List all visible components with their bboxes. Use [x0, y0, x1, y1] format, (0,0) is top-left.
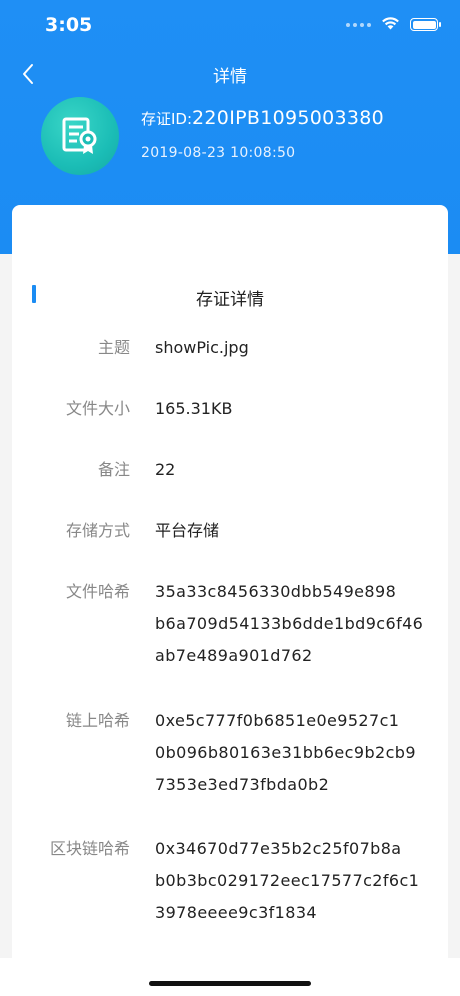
remark-label: 备注 [97, 460, 130, 479]
certificate-timestamp: 2019-08-23 10:08:50 [141, 145, 296, 161]
certificate-document-icon [41, 97, 119, 175]
section-title: 存证详情 [196, 290, 264, 310]
block-hash-label: 区块链哈希 [49, 839, 130, 858]
storage-value: 平台存储 [155, 521, 220, 540]
certificate-id-value: 220IPB1095003380 [192, 107, 385, 129]
file-hash-line: b6a709d54133b6dde1bd9c6f46 [155, 614, 424, 633]
certificate-id-label: 存证ID: [141, 110, 193, 128]
chain-hash-line: 7353e3ed73fbda0b2 [155, 775, 330, 794]
block-hash-line: 3978eeee9c3f1834 [155, 903, 318, 922]
certificate-id: 存证ID: 220IPB1095003380 [141, 107, 384, 129]
chain-hash-value: 0xe5c777f0b6851e0e9527c1 0b096b80163e31b… [155, 705, 425, 801]
detail-card: 存证详情 主题 showPic.jpg 文件大小 165.31KB 备注 22 … [12, 205, 448, 965]
status-time: 3:05 [45, 14, 93, 36]
bottom-safe-area [0, 958, 460, 996]
home-indicator[interactable] [149, 981, 311, 986]
wifi-icon [381, 15, 400, 34]
file-size-value: 165.31KB [155, 399, 233, 418]
subject-label: 主题 [97, 338, 130, 357]
remark-value: 22 [155, 460, 176, 479]
chain-hash-line: 0xe5c777f0b6851e0e9527c1 [155, 711, 400, 730]
block-hash-line: b0b3bc029172eec17577c2f6c1 [155, 871, 420, 890]
chain-hash-label: 链上哈希 [65, 711, 130, 730]
signal-icon [346, 22, 371, 27]
block-hash-value: 0x34670d77e35b2c25f07b8a b0b3bc029172eec… [155, 833, 425, 929]
status-icons [346, 15, 441, 34]
page-title: 详情 [213, 67, 247, 87]
block-hash-line: 0x34670d77e35b2c25f07b8a [155, 839, 402, 858]
file-hash-value: 35a33c8456330dbb549e898 b6a709d54133b6dd… [155, 576, 425, 672]
file-hash-label: 文件哈希 [65, 582, 130, 601]
navigation-bar: 详情 [0, 56, 460, 92]
file-hash-line: ab7e489a901d762 [155, 646, 313, 665]
status-bar: 3:05 [0, 0, 460, 50]
chain-hash-line: 0b096b80163e31bb6ec9b2cb9 [155, 743, 416, 762]
subject-value: showPic.jpg [155, 338, 249, 357]
file-hash-line: 35a33c8456330dbb549e898 [155, 582, 397, 601]
file-size-label: 文件大小 [65, 399, 130, 418]
storage-label: 存储方式 [65, 521, 130, 540]
battery-icon [410, 18, 441, 31]
